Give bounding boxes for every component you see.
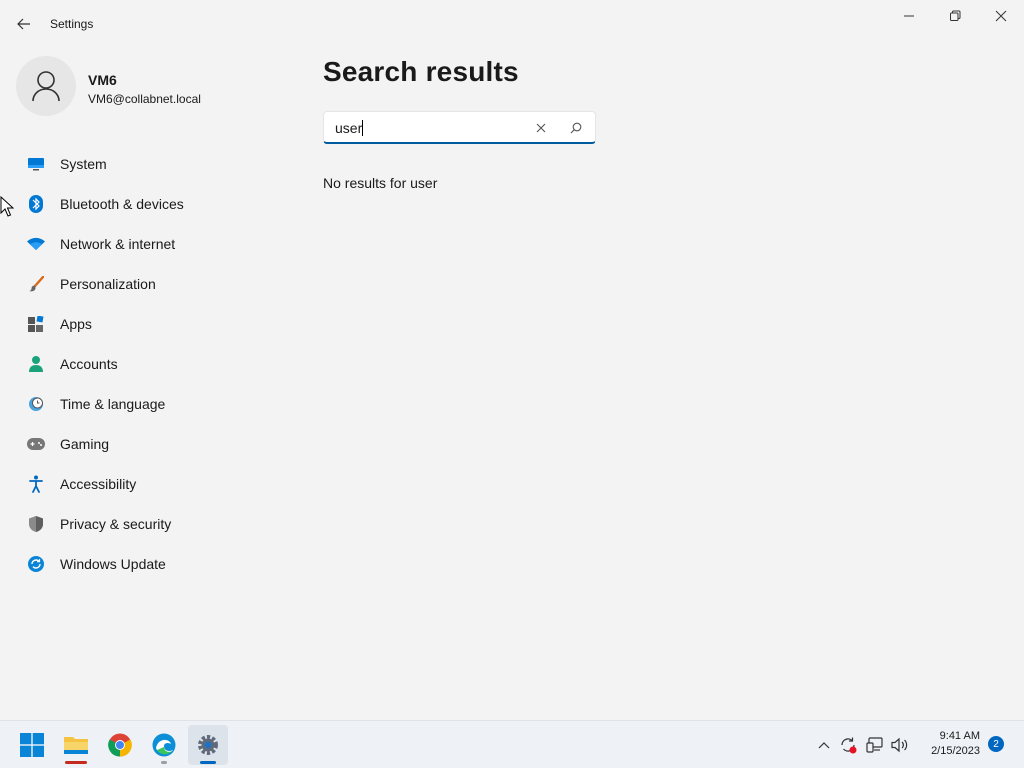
back-arrow-icon xyxy=(17,18,30,30)
sidebar-nav: System Bluetooth & devices Network & int… xyxy=(16,146,288,586)
windows-logo-icon xyxy=(20,733,44,757)
avatar xyxy=(16,56,76,116)
sidebar-item-privacy-security[interactable]: Privacy & security xyxy=(16,506,288,542)
sidebar-item-label: Personalization xyxy=(60,276,156,292)
sidebar-item-accounts[interactable]: Accounts xyxy=(16,346,288,382)
sidebar-item-label: Apps xyxy=(60,316,92,332)
tray-volume[interactable] xyxy=(889,733,911,757)
running-indicator xyxy=(65,761,87,764)
clear-search-button[interactable] xyxy=(528,118,554,138)
sidebar-item-gaming[interactable]: Gaming xyxy=(16,426,288,462)
apps-icon xyxy=(26,314,46,334)
sidebar-item-label: Time & language xyxy=(60,396,166,412)
settings-window: Settings VM6 VM6@collabnet.local System … xyxy=(0,0,1024,720)
sidebar-item-label: Accounts xyxy=(60,356,118,372)
notification-badge[interactable]: 2 xyxy=(988,736,1004,752)
show-hidden-icons-button[interactable] xyxy=(813,733,835,757)
search-input[interactable]: user xyxy=(335,120,364,136)
bluetooth-icon xyxy=(26,194,46,214)
accounts-icon xyxy=(26,354,46,374)
sidebar-item-label: Gaming xyxy=(60,436,110,452)
gamepad-icon xyxy=(26,434,46,454)
taskbar-settings[interactable] xyxy=(188,725,228,765)
sidebar-item-network[interactable]: Network & internet xyxy=(16,226,288,262)
close-icon xyxy=(995,10,1007,22)
tray-sync-status[interactable] xyxy=(837,733,859,757)
start-button[interactable] xyxy=(12,725,52,765)
main-content: Search results user No results for user xyxy=(323,56,596,191)
sidebar-item-label: Privacy & security xyxy=(60,516,172,532)
profile-name: VM6 xyxy=(88,72,117,88)
search-icon xyxy=(570,122,582,134)
mouse-pointer-icon xyxy=(0,196,14,217)
volume-icon xyxy=(891,737,908,753)
settings-gear-icon xyxy=(198,735,218,755)
search-button[interactable] xyxy=(563,118,589,138)
user-avatar-icon xyxy=(32,71,60,102)
taskbar: 9:41 AM 2/15/2023 xyxy=(0,720,1024,768)
back-button[interactable] xyxy=(10,12,38,36)
sidebar-item-label: Accessibility xyxy=(60,476,137,492)
running-indicator xyxy=(161,761,167,764)
page-title: Search results xyxy=(323,56,519,87)
restore-button[interactable] xyxy=(932,0,978,32)
taskbar-chrome[interactable] xyxy=(100,725,140,765)
chrome-icon xyxy=(108,733,132,757)
sidebar-item-label: Bluetooth & devices xyxy=(60,196,184,212)
brush-icon xyxy=(26,274,46,294)
text-caret xyxy=(362,120,364,136)
taskbar-file-explorer[interactable] xyxy=(56,725,96,765)
sidebar-item-windows-update[interactable]: Windows Update xyxy=(16,546,288,582)
sidebar-item-label: System xyxy=(60,156,107,172)
tray-network[interactable] xyxy=(864,733,886,757)
profile-email: VM6@collabnet.local xyxy=(88,92,201,106)
sidebar-item-apps[interactable]: Apps xyxy=(16,306,288,342)
chevron-up-icon xyxy=(818,742,830,749)
system-icon xyxy=(26,154,46,174)
sync-alert-icon xyxy=(841,737,857,754)
user-profile[interactable]: VM6 VM6@collabnet.local xyxy=(16,56,286,118)
edge-icon xyxy=(152,733,176,757)
accessibility-icon xyxy=(26,474,46,494)
sidebar-item-accessibility[interactable]: Accessibility xyxy=(16,466,288,502)
sidebar-item-bluetooth[interactable]: Bluetooth & devices xyxy=(16,186,288,222)
search-input-value: user xyxy=(335,120,363,136)
close-button[interactable] xyxy=(978,0,1024,32)
clock-globe-icon xyxy=(26,394,46,414)
clock-date: 2/15/2023 xyxy=(931,745,980,757)
close-icon xyxy=(536,123,546,133)
minimize-icon xyxy=(904,15,914,17)
restore-icon xyxy=(950,10,961,21)
sidebar-item-system[interactable]: System xyxy=(16,146,288,182)
network-icon xyxy=(866,737,883,753)
sidebar-item-label: Windows Update xyxy=(60,556,166,572)
sidebar-item-label: Network & internet xyxy=(60,236,176,252)
sidebar-item-personalization[interactable]: Personalization xyxy=(16,266,288,302)
title-bar: Settings xyxy=(0,0,1024,48)
wifi-icon xyxy=(26,234,46,254)
app-title: Settings xyxy=(50,17,94,31)
sidebar-item-time-language[interactable]: Time & language xyxy=(16,386,288,422)
taskbar-edge[interactable] xyxy=(144,725,184,765)
no-results-message: No results for user xyxy=(323,175,438,191)
shield-icon xyxy=(26,514,46,534)
clock-time: 9:41 AM xyxy=(939,730,980,742)
active-indicator xyxy=(200,761,216,764)
update-icon xyxy=(26,554,46,574)
search-box[interactable]: user xyxy=(323,111,596,144)
minimize-button[interactable] xyxy=(886,0,932,32)
taskbar-clock[interactable]: 9:41 AM 2/15/2023 xyxy=(916,729,980,759)
folder-icon xyxy=(64,737,88,754)
